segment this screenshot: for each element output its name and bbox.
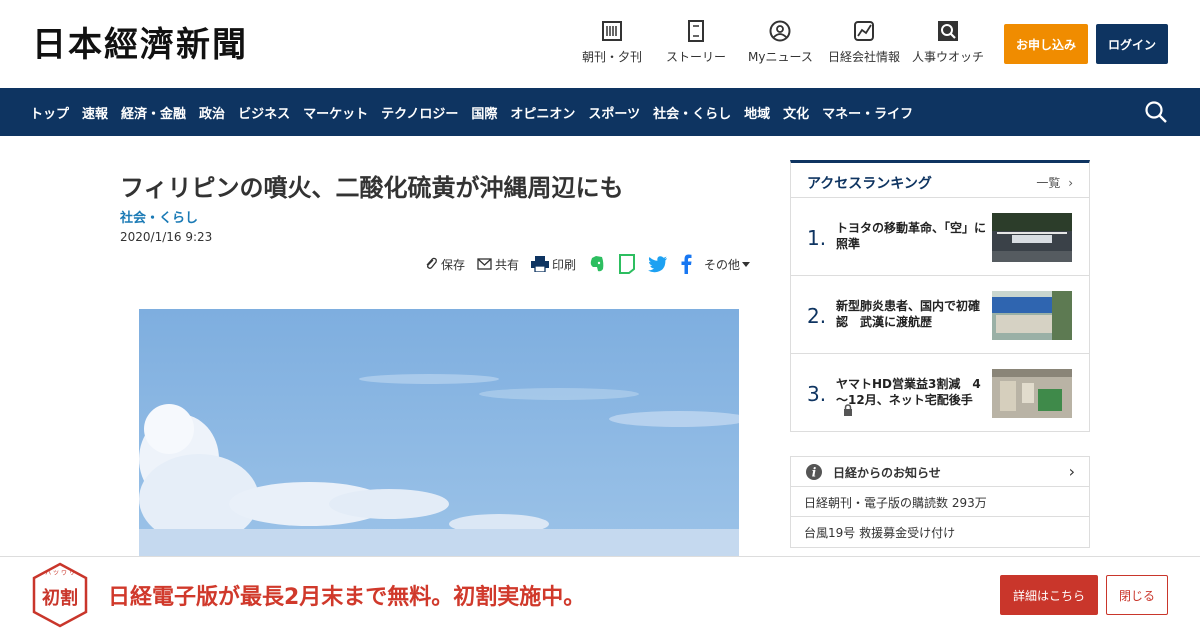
rank-headline: トヨタの移動革命、「空」に照準 (836, 221, 987, 251)
hatsuwari-badge-icon: ハ ツ ワ リ 初割 (32, 562, 88, 628)
user-icon (769, 20, 791, 42)
clip-icon (426, 257, 437, 269)
detail-button[interactable]: 詳細はこちら (1000, 575, 1098, 615)
nikkei-notice-box: i 日経からのお知らせ › 日経朝刊・電子版の購読数 293万 台風19号 救援… (790, 456, 1090, 548)
lock-icon (844, 404, 852, 416)
article-photo (139, 309, 739, 556)
rank-thumbnail (992, 369, 1072, 418)
ranking-all-link[interactable]: 一覧 › (1036, 174, 1073, 191)
nav-item[interactable]: マーケット (303, 103, 368, 122)
chart-icon (854, 21, 874, 41)
nav-item[interactable]: 国際 (471, 103, 497, 122)
search-person-icon (938, 21, 958, 41)
evernote-icon (590, 256, 604, 272)
rank-number: 3. (807, 382, 827, 406)
nav-item[interactable]: 社会・くらし (653, 103, 731, 122)
nav-item[interactable]: オピニオン (510, 103, 575, 122)
nav-item[interactable]: 経済・金融 (121, 103, 186, 122)
nav-label: 日経会社情報 (828, 50, 901, 64)
ranking-header: アクセスランキング 一覧 › (791, 163, 1089, 198)
badge-text: 初割 (42, 587, 78, 609)
nav-chokan-yukan[interactable]: 朝刊・夕刊 (582, 20, 642, 65)
more-menu[interactable]: その他 (704, 256, 753, 273)
chevron-down-icon (742, 261, 751, 267)
promo-text: 日経電子版が最長2月末まで無料。初割実施中。 (108, 585, 586, 610)
twitter-icon (648, 255, 668, 272)
nav-my-news[interactable]: Myニュース (748, 20, 813, 65)
newspaper-icon (602, 21, 622, 41)
nav-item[interactable]: マネー・ライフ (822, 103, 913, 122)
rank-headline: 新型肺炎患者、国内で初確認 武漢に渡航歴 (836, 299, 981, 329)
nav-label: 人事ウオッチ (912, 50, 985, 64)
article-tools: 保存 共有 印刷 その他 (424, 254, 765, 274)
site-header: 日本經濟新聞 朝刊・夕刊 ストーリー Myニュース 日経会社情報 人事ウオッチ … (0, 0, 1200, 88)
hospital-image (992, 291, 1072, 340)
site-logo[interactable]: 日本經濟新聞 (32, 26, 248, 64)
nav-story[interactable]: ストーリー (666, 20, 726, 65)
nav-item[interactable]: 文化 (783, 103, 809, 122)
nav-item[interactable]: スポーツ (588, 103, 640, 122)
badge-ruby: ハ ツ ワ リ (45, 570, 75, 577)
printer-icon (531, 256, 550, 272)
facebook-icon (681, 254, 692, 274)
search-icon[interactable] (1144, 100, 1168, 124)
access-ranking: アクセスランキング 一覧 › 1. トヨタの移動革命、「空」に照準 2. 新型肺… (790, 160, 1090, 432)
ranking-item[interactable]: 1. トヨタの移動革命、「空」に照準 (791, 198, 1089, 276)
notice-header[interactable]: i 日経からのお知らせ › (791, 457, 1089, 487)
apply-button[interactable]: お申し込み (1004, 24, 1088, 64)
document-icon (688, 20, 704, 42)
drone-image (992, 213, 1072, 262)
nav-label: ストーリー (666, 50, 727, 64)
nav-item[interactable]: テクノロジー (381, 103, 458, 122)
main-navbar: トップ 速報 経済・金融 政治 ビジネス マーケット テクノロジー 国際 オピニオン スポーツ 社会… (0, 88, 1200, 136)
print-button[interactable]: 印刷 (531, 256, 576, 273)
ranking-item[interactable]: 3. ヤマトHD営業益3割減 4～12月、ネット宅配後手 (791, 354, 1089, 432)
nav-item[interactable]: 速報 (82, 103, 108, 122)
nav-item[interactable]: ビジネス (238, 103, 290, 122)
save-button[interactable]: 保存 (424, 256, 465, 273)
share-button[interactable]: 共有 (477, 256, 519, 273)
mail-icon (477, 258, 492, 270)
rank-thumbnail (992, 291, 1072, 340)
article-category-link[interactable]: 社会・くらし (120, 207, 198, 226)
article-title: フィリピンの噴火、二酸化硫黄が沖縄周辺にも (120, 174, 624, 202)
article-date: 2020/1/16 9:23 (120, 230, 213, 244)
svg-text:i: i (812, 466, 817, 480)
warehouse-image (992, 369, 1072, 418)
ranking-title: アクセスランキング (807, 176, 932, 192)
notice-item[interactable]: 日経朝刊・電子版の購読数 293万 (791, 487, 1089, 517)
facebook-button[interactable] (680, 254, 692, 274)
rank-thumbnail (992, 213, 1072, 262)
note-icon (619, 254, 636, 274)
close-button[interactable]: 閉じる (1106, 575, 1168, 615)
chevron-right-icon: › (1068, 176, 1073, 190)
rank-headline: ヤマトHD営業益3割減 4～12月、ネット宅配後手 (836, 377, 981, 407)
notice-item[interactable]: 台風19号 救援募金受け付け (791, 517, 1089, 547)
promo-banner: ハ ツ ワ リ 初割 日経電子版が最長2月末まで無料。初割実施中。 詳細はこちら… (0, 556, 1200, 630)
nav-item[interactable]: トップ (30, 103, 69, 122)
login-button[interactable]: ログイン (1096, 24, 1168, 64)
nav-label: Myニュース (748, 50, 813, 64)
notice-title: 日経からのお知らせ (833, 466, 941, 480)
nav-label: 朝刊・夕刊 (582, 50, 643, 64)
info-icon: i (806, 464, 822, 480)
twitter-button[interactable] (648, 255, 668, 273)
category-nav: トップ 速報 経済・金融 政治 ビジネス マーケット テクノロジー 国際 オピニオン スポーツ 社会… (30, 88, 926, 136)
note-button[interactable] (618, 254, 636, 274)
sky-clouds-image (139, 309, 739, 556)
chevron-right-icon: › (1068, 462, 1075, 481)
nav-company-info[interactable]: 日経会社情報 (828, 20, 900, 65)
evernote-button[interactable] (588, 255, 606, 273)
nav-item[interactable]: 政治 (199, 103, 225, 122)
ranking-item[interactable]: 2. 新型肺炎患者、国内で初確認 武漢に渡航歴 (791, 276, 1089, 354)
rank-number: 2. (807, 304, 827, 328)
nav-jinji-watch[interactable]: 人事ウオッチ (912, 20, 984, 65)
nav-item[interactable]: 地域 (744, 103, 770, 122)
rank-number: 1. (807, 226, 827, 250)
